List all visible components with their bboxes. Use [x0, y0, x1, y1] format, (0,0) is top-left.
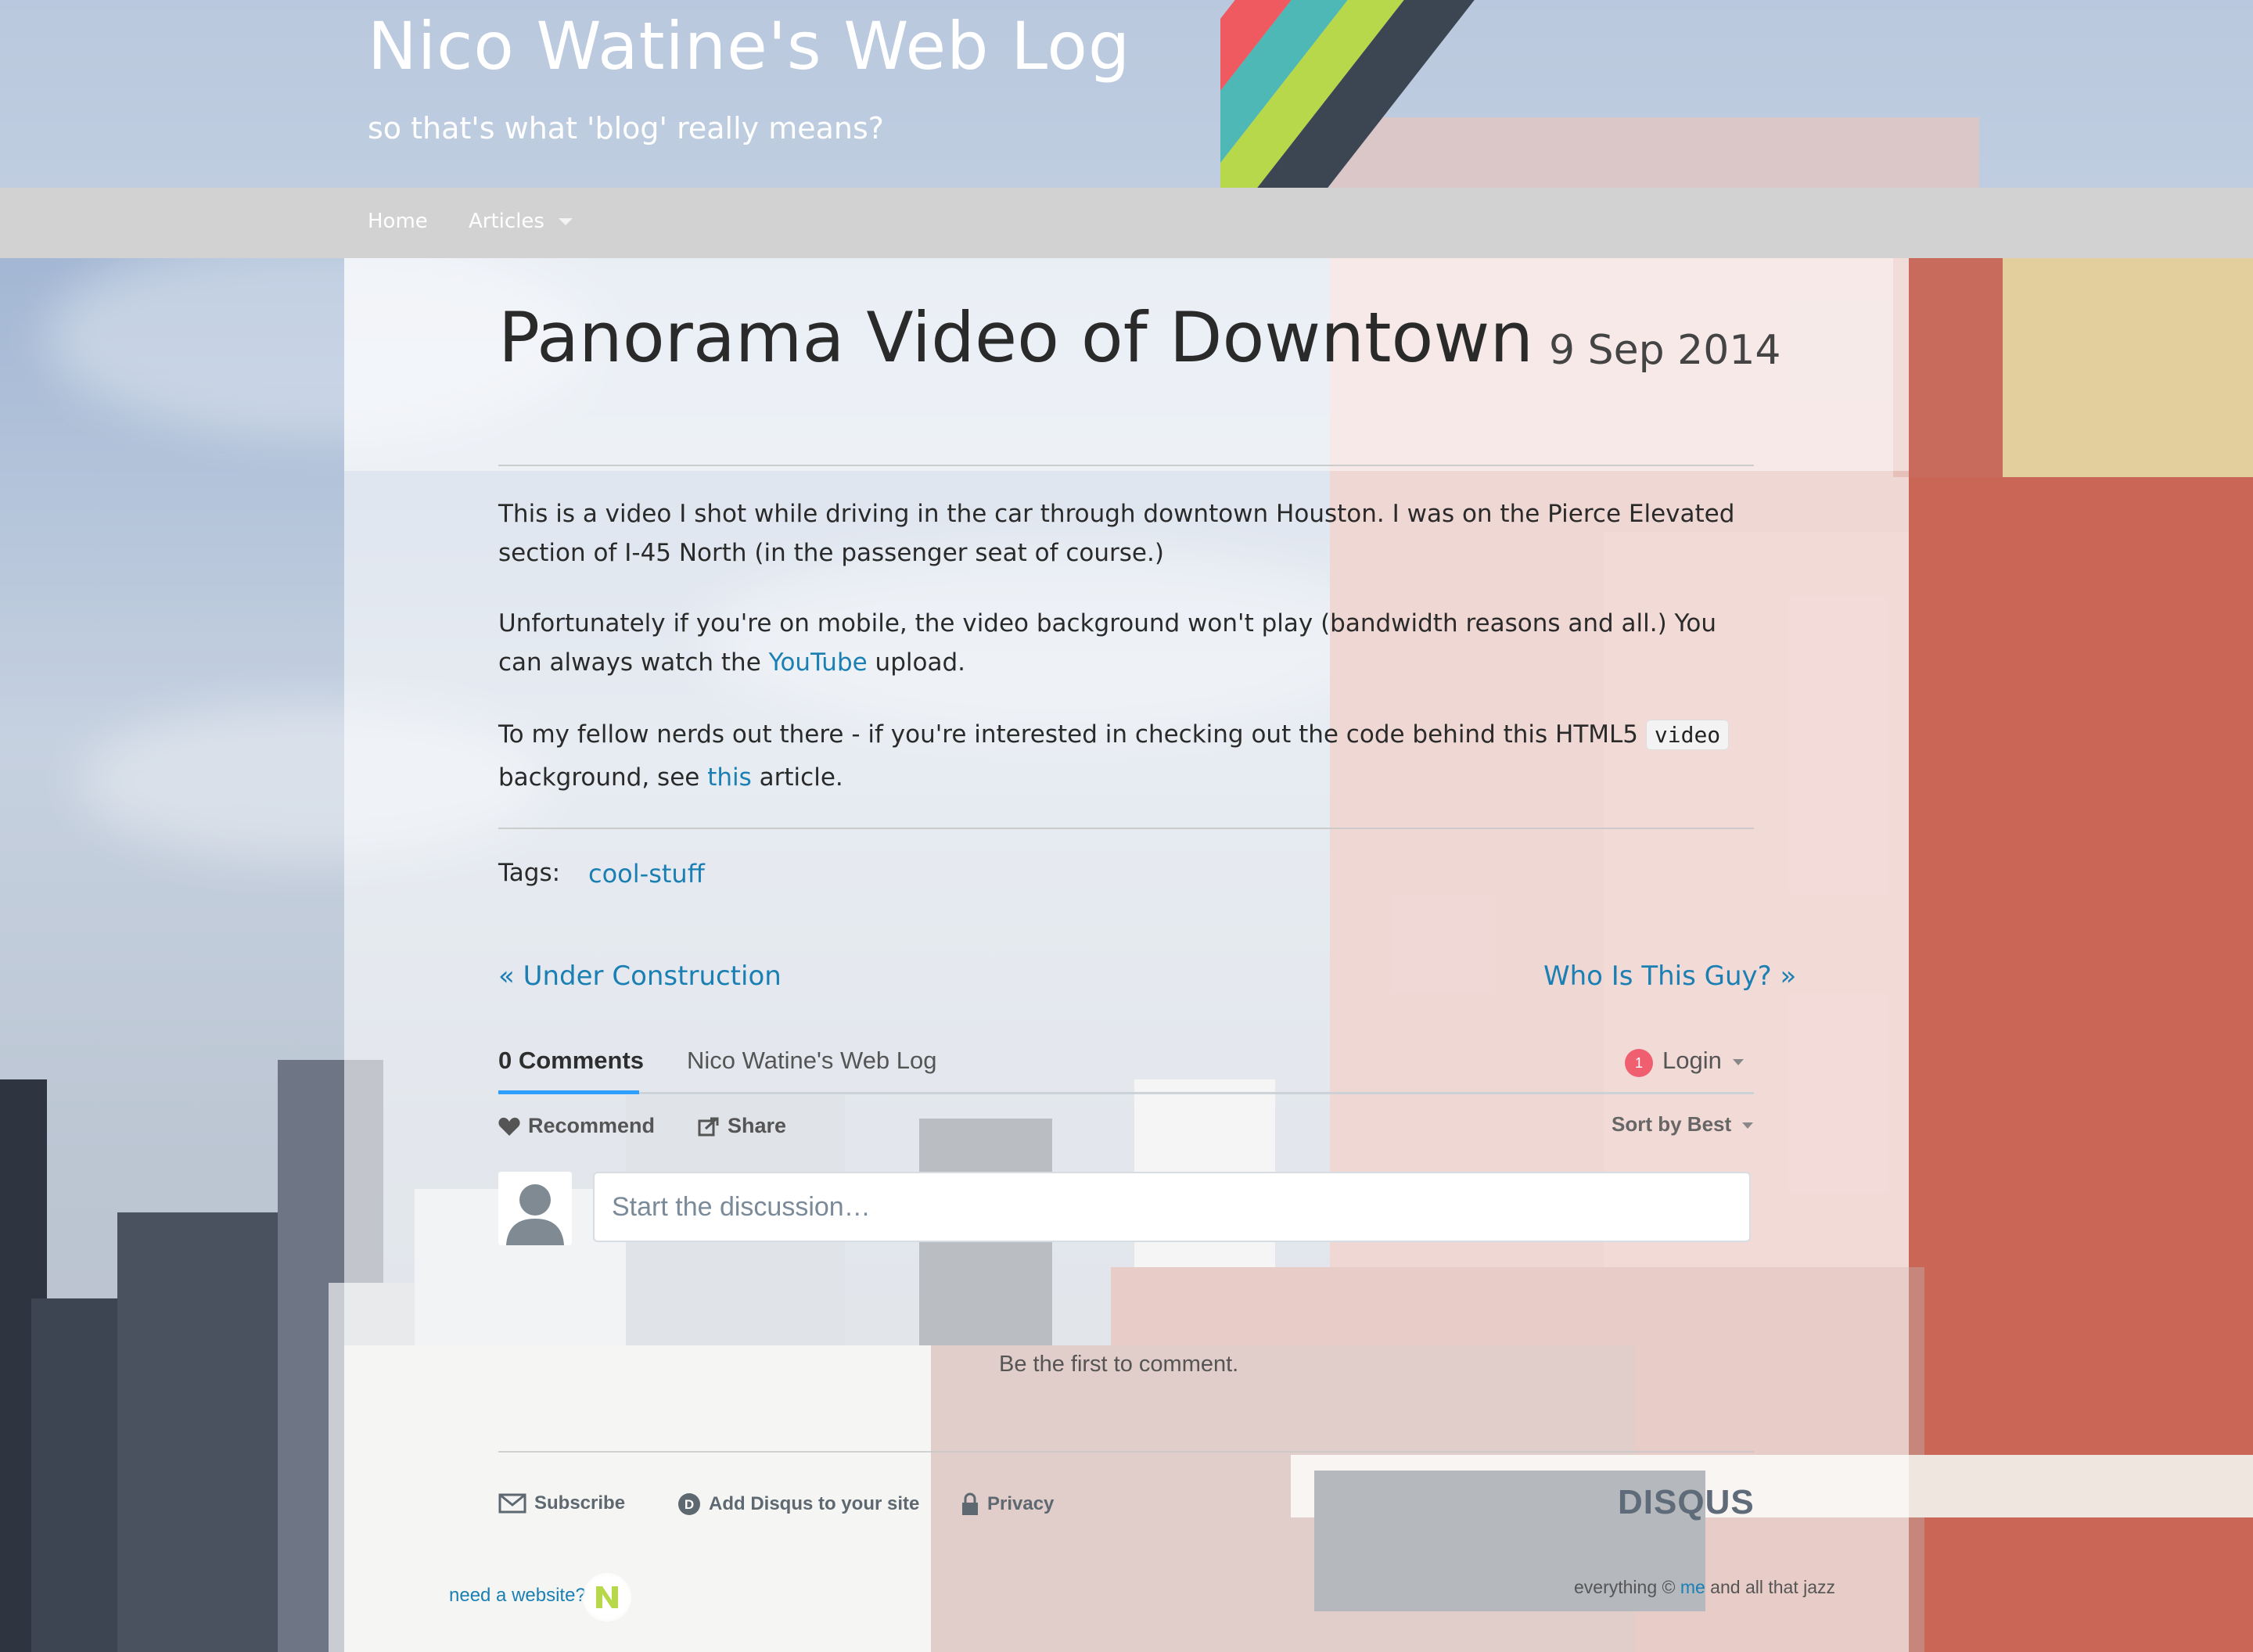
share-icon — [698, 1117, 719, 1136]
main-nav: Home Articles — [0, 188, 2253, 258]
sort-dropdown[interactable]: Sort by Best — [1612, 1112, 1754, 1137]
n-logo-icon[interactable] — [585, 1575, 629, 1619]
privacy-link[interactable]: Privacy — [961, 1492, 1054, 1516]
share-label: Share — [728, 1114, 787, 1137]
privacy-label: Privacy — [987, 1493, 1055, 1514]
tab-comments[interactable]: 0 Comments — [498, 1047, 644, 1075]
login-dropdown[interactable]: Login — [1662, 1047, 1744, 1075]
divider — [498, 465, 1754, 466]
paragraph-text: article. — [751, 763, 843, 792]
copyright-text: everything © — [1574, 1577, 1680, 1597]
divider — [498, 828, 1754, 829]
subscribe-label: Subscribe — [534, 1492, 626, 1514]
recommend-button[interactable]: Recommend — [498, 1114, 655, 1138]
add-disqus-label: Add Disqus to your site — [709, 1493, 920, 1514]
prev-post-link[interactable]: « Under Construction — [498, 961, 782, 992]
inline-code: video — [1645, 720, 1730, 750]
login-label: Login — [1662, 1047, 1722, 1074]
paragraph-text: To my fellow nerds out there - if you're… — [498, 720, 1646, 749]
sort-label: Sort by Best — [1612, 1112, 1732, 1136]
site-subtitle: so that's what 'blog' really means? — [368, 111, 884, 145]
comment-input[interactable]: Start the discussion… — [593, 1172, 1751, 1242]
divider — [498, 1092, 1754, 1094]
tab-community[interactable]: Nico Watine's Web Log — [687, 1047, 937, 1075]
post-paragraph-3: To my fellow nerds out there - if you're… — [498, 713, 1754, 799]
disqus-logo[interactable]: DISQUS — [1618, 1483, 1755, 1522]
paragraph-text: upload. — [867, 648, 965, 677]
post-paragraph-2: Unfortunately if you're on mobile, the v… — [498, 604, 1754, 682]
youtube-link[interactable]: YouTube — [769, 648, 868, 677]
nav-articles-label: Articles — [469, 210, 544, 233]
share-button[interactable]: Share — [698, 1114, 786, 1138]
disqus-d-icon: D — [678, 1493, 700, 1515]
chevron-down-icon — [558, 218, 573, 225]
user-icon — [498, 1172, 572, 1245]
next-post-link[interactable]: Who Is This Guy? » — [1543, 961, 1796, 992]
subscribe-link[interactable]: Subscribe — [498, 1492, 625, 1514]
paragraph-text: Unfortunately if you're on mobile, the v… — [498, 609, 1716, 677]
empty-comments-text: Be the first to comment. — [999, 1352, 1239, 1377]
heart-icon — [498, 1117, 520, 1136]
site-title[interactable]: Nico Watine's Web Log — [368, 8, 1130, 84]
rainbow-stripes-logo — [1220, 0, 1658, 188]
divider — [498, 1451, 1754, 1453]
add-disqus-link[interactable]: D Add Disqus to your site — [677, 1492, 919, 1516]
lock-icon — [962, 1492, 978, 1515]
tags-label: Tags: — [498, 859, 561, 887]
me-link[interactable]: me — [1680, 1577, 1705, 1597]
envelope-icon — [498, 1493, 526, 1514]
svg-text:D: D — [685, 1497, 694, 1512]
post-paragraph-1: This is a video I shot while driving in … — [498, 500, 1735, 567]
avatar — [498, 1172, 572, 1245]
active-tab-indicator — [498, 1090, 639, 1094]
article-link[interactable]: this — [707, 763, 752, 792]
recommend-label: Recommend — [528, 1114, 656, 1137]
nav-articles[interactable]: Articles — [469, 210, 573, 233]
chevron-down-icon — [1742, 1122, 1754, 1129]
n-logo-glyph — [596, 1586, 618, 1608]
notification-badge[interactable]: 1 — [1625, 1049, 1653, 1077]
paragraph-text: background, see — [498, 763, 708, 792]
need-website-link[interactable]: need a website? — [449, 1585, 586, 1607]
post-date: 9 Sep 2014 — [1549, 327, 1781, 374]
chevron-down-icon — [1732, 1058, 1744, 1065]
tag-link[interactable]: cool-stuff — [588, 859, 705, 889]
nav-home[interactable]: Home — [368, 210, 428, 233]
footer-copyright: everything © me and all that jazz — [1574, 1577, 1835, 1598]
site-header: Nico Watine's Web Log so that's what 'bl… — [0, 0, 2253, 188]
post-title: Panorama Video of Downtown — [498, 297, 1534, 378]
copyright-text: and all that jazz — [1705, 1577, 1836, 1597]
